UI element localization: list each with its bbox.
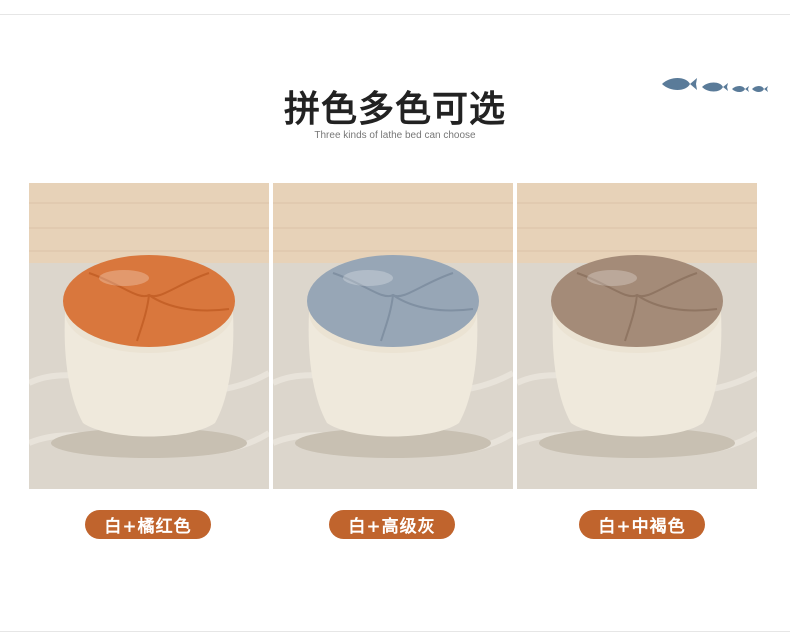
color-option-gray-label: 白+高级灰 [329, 510, 455, 539]
product-image-orange [29, 183, 269, 489]
product-image-gray [273, 183, 513, 489]
color-option-orange-label: 白+橘红色 [85, 510, 211, 539]
fish-decoration-icon [662, 78, 768, 92]
color-option-brown-label: 白+中褐色 [579, 510, 705, 539]
product-image-brown [517, 183, 757, 489]
bottom-divider [0, 631, 790, 632]
top-divider [0, 14, 790, 15]
page-subtitle: Three kinds of lathe bed can choose [314, 130, 476, 141]
